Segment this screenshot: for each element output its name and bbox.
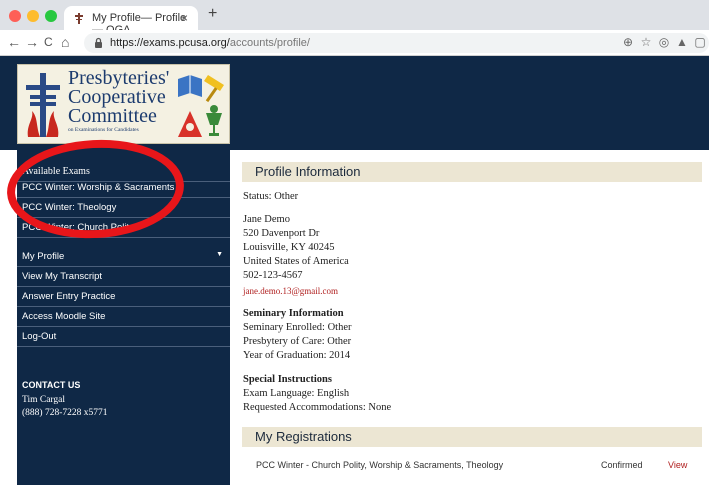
special-instructions-heading: Special Instructions: [243, 374, 332, 385]
sidebar-item-my-profile[interactable]: My Profile ▼: [17, 247, 230, 267]
requested-accommodations: Requested Accommodations: None: [243, 402, 392, 413]
pcc-logo[interactable]: Presbyteries' Cooperative Committee on E…: [17, 64, 230, 144]
site-header: Presbyteries' Cooperative Committee on E…: [0, 56, 709, 150]
reload-icon[interactable]: C: [44, 34, 53, 50]
drive-icon[interactable]: ▲: [673, 35, 691, 49]
sidebar-item-transcript[interactable]: View My Transcript: [17, 267, 230, 287]
caret-down-icon: ▼: [216, 251, 223, 258]
maximize-window-button[interactable]: [45, 10, 57, 22]
seminary-heading: Seminary Information: [243, 308, 344, 319]
main-content: Profile Information Status: Other Jane D…: [230, 150, 709, 485]
sidebar-item-label: View My Transcript: [22, 271, 103, 282]
presbytery-of-care: Presbytery of Care: Other: [243, 336, 352, 347]
registration-name: PCC Winter - Church Polity, Worship & Sa…: [256, 460, 504, 470]
home-icon[interactable]: ⌂: [61, 34, 69, 50]
minimize-window-button[interactable]: [27, 10, 39, 22]
back-arrow-icon[interactable]: ←: [7, 34, 21, 50]
browser-tab[interactable]: My Profile— Profile — OGA ×: [64, 6, 198, 36]
browser-tab-bar: My Profile— Profile — OGA × +: [0, 0, 709, 36]
profile-email[interactable]: jane.demo.13@gmail.com: [243, 284, 338, 298]
registration-status: Confirmed: [601, 460, 643, 470]
sidebar-item-answer-practice[interactable]: Answer Entry Practice: [17, 287, 230, 307]
contact-name: Tim Cargal: [22, 395, 66, 405]
sidebar-item-label: My Profile: [22, 251, 65, 262]
exam-language: Exam Language: English: [243, 388, 350, 399]
profile-name: Jane Demo: [243, 214, 290, 225]
pcc-favicon-icon: [75, 13, 83, 24]
year-of-graduation: Year of Graduation: 2014: [243, 350, 351, 361]
sidebar-item-label: Access Moodle Site: [22, 311, 106, 322]
url-host: https://exams.pcusa.org/: [110, 37, 230, 49]
registrations-section-title: My Registrations: [242, 427, 702, 447]
forward-arrow-icon[interactable]: →: [25, 34, 39, 50]
logo-subtitle: on Examinations for Candidates: [68, 127, 139, 133]
profile-country: United States of America: [243, 256, 349, 267]
profile-status: Status: Other: [243, 191, 299, 202]
profile-address-line-1: 520 Davenport Dr: [243, 228, 320, 239]
profile-address-line-2: Louisville, KY 40245: [243, 242, 335, 253]
extension-icon[interactable]: ◎: [655, 35, 673, 49]
url-text: https://exams.pcusa.org/accounts/profile…: [110, 37, 310, 49]
logo-symbols-icon: [178, 75, 224, 137]
close-window-button[interactable]: [9, 10, 21, 22]
sidebar-item-label: Answer Entry Practice: [22, 291, 116, 302]
logo-line-3: Committee: [68, 105, 157, 127]
address-bar[interactable]: https://exams.pcusa.org/accounts/profile…: [84, 33, 709, 53]
contact-heading: CONTACT US: [22, 380, 81, 390]
sidebar-item-logout[interactable]: Log-Out: [17, 327, 230, 347]
browser-nav-bar: ← → C ⌂ https://exams.pcusa.org/accounts…: [0, 30, 709, 56]
presbyterian-seal-icon: [26, 73, 60, 137]
sidebar-item-label: Log-Out: [22, 331, 57, 342]
new-tab-icon[interactable]: +: [208, 5, 217, 23]
contact-phone[interactable]: (888) 728-7228 x5771: [22, 407, 108, 419]
sidebar-item-moodle[interactable]: Access Moodle Site: [17, 307, 230, 327]
logo-wordmark: Presbyteries' Cooperative Committee on E…: [68, 68, 169, 134]
profile-icon[interactable]: ▢: [691, 35, 709, 49]
zoom-icon[interactable]: ⊕: [619, 35, 637, 49]
profile-phone: 502-123-4567: [243, 270, 303, 281]
seminary-enrolled: Seminary Enrolled: Other: [243, 322, 352, 333]
address-bar-icons: ⊕ ☆ ◎ ▲ ▢: [619, 35, 709, 49]
url-path: accounts/profile/: [229, 37, 310, 49]
profile-section-title: Profile Information: [242, 162, 702, 182]
registration-view-link[interactable]: View: [668, 460, 687, 470]
lock-icon: [95, 37, 102, 48]
bookmark-star-icon[interactable]: ☆: [637, 35, 655, 49]
tab-close-icon[interactable]: ×: [181, 11, 188, 25]
